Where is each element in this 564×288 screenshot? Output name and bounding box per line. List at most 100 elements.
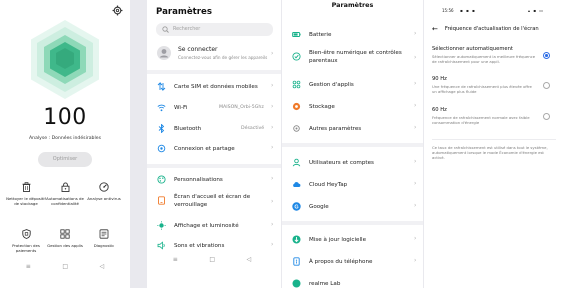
page-title: Paramètres — [156, 7, 212, 17]
bluetooth-icon — [158, 124, 165, 133]
option-description: Fréquence de rafraîchissement normale av… — [432, 115, 530, 125]
sidebar-item-wifi[interactable]: Wi-Fi — [157, 103, 187, 112]
tool-payment-protection[interactable]: Protection des paiements — [6, 229, 46, 253]
battery-icon — [292, 32, 301, 37]
option-description: Sélectionner automatiquement la meilleur… — [432, 54, 536, 64]
sidebar-item-personalization[interactable]: Personnalisations — [157, 175, 223, 184]
update-icon — [292, 235, 301, 244]
option-60hz[interactable]: 60 Hz Fréquence de rafraîchissement norm… — [432, 107, 550, 125]
chevron-right-icon: › — [271, 144, 274, 151]
search-placeholder: Rechercher — [173, 27, 201, 32]
nav-bar: ≡ □ ◁ — [10, 263, 120, 274]
settings-item-label: Affichage et luminosité — [174, 222, 239, 229]
stethoscope-icon — [99, 229, 109, 239]
back-nav-icon[interactable]: ◁ — [247, 256, 252, 274]
settings-item-apps[interactable]: Gestion d'applis — [292, 80, 354, 89]
settings-item-label: Écran d'accueil et écran de verrouillage — [174, 194, 251, 208]
radio-90hz[interactable] — [543, 82, 550, 89]
sidebar-item-home-screen[interactable]: Écran d'accueil et écran de verrouillage — [157, 194, 267, 209]
security-score: 100 — [43, 105, 87, 130]
option-title: 60 Hz — [432, 107, 447, 113]
option-title: 90 Hz — [432, 76, 447, 82]
sidebar-item-sim[interactable]: Carte SIM et données mobiles — [157, 82, 258, 91]
radio-auto[interactable] — [543, 52, 550, 59]
account-subtitle: Connectez-vous afin de gérer les apparei… — [178, 55, 268, 60]
tool-clean-storage[interactable]: Nettoyer le dépositif de stockage — [6, 182, 46, 206]
settings-item-label: Wi-Fi — [174, 104, 188, 111]
home-nav-icon[interactable]: □ — [62, 263, 68, 274]
sidebar-item-connection[interactable]: Connexion et partage — [157, 144, 235, 153]
tool-label: Nettoyer le dépositif de stockage — [6, 196, 46, 206]
chevron-right-icon: › — [414, 124, 417, 131]
settings-item-label: Batterie — [309, 31, 332, 38]
option-description: Une fréquence de rafraîchissement plus é… — [432, 84, 532, 94]
settings-item-storage[interactable]: Stockage — [292, 102, 335, 111]
trash-icon — [22, 182, 30, 192]
sidebar-item-sound[interactable]: Sons et vibrations — [157, 241, 224, 250]
chevron-right-icon: › — [271, 221, 274, 228]
tool-antivirus[interactable]: Analyse antivirus — [84, 182, 124, 201]
wifi-value: MAISON_Orbi-5Ghz — [219, 105, 264, 110]
tool-label: Diagnostic — [93, 243, 115, 248]
section-divider — [282, 221, 423, 225]
settings-panel: Paramètres Rechercher Se connecter Conne… — [147, 0, 281, 288]
tool-app-management[interactable]: Gestion des applis — [45, 229, 85, 248]
optimize-button[interactable]: Optimiser — [38, 152, 92, 167]
chevron-right-icon: › — [271, 103, 274, 110]
apps-icon — [292, 80, 301, 89]
home-screen-icon — [158, 196, 165, 205]
settings-item-label: Bien-être numérique et contrôles parenta… — [309, 50, 402, 64]
section-divider — [147, 164, 281, 168]
settings-scrolled-panel: Paramètres Batterie › Bien-être numériqu… — [282, 0, 423, 288]
settings-item-users[interactable]: Utilisateurs et comptes — [292, 158, 374, 167]
sidebar-item-bluetooth[interactable]: Bluetooth — [157, 124, 201, 133]
section-divider — [282, 143, 423, 147]
refresh-rate-panel: 15:56 ▪ ▪ ▪ ▴ ▪ ▭ ← Fréquence d'actualis… — [424, 0, 564, 288]
chevron-right-icon: › — [271, 175, 274, 182]
settings-item-label: Utilisateurs et comptes — [309, 159, 374, 166]
settings-item-battery[interactable]: Batterie — [292, 30, 331, 39]
chevron-right-icon: › — [414, 235, 417, 242]
gear-icon[interactable] — [112, 5, 123, 16]
tool-diagnostic[interactable]: Diagnostic — [84, 229, 124, 248]
menu-nav-icon[interactable]: ≡ — [173, 256, 178, 274]
shield-icon — [21, 229, 31, 239]
settings-item-about[interactable]: À propos du téléphone — [292, 257, 372, 266]
wifi-icon — [157, 104, 166, 112]
svg-text:G: G — [294, 205, 298, 211]
home-nav-icon[interactable]: □ — [209, 256, 215, 274]
chevron-right-icon: › — [414, 202, 417, 209]
settings-item-google[interactable]: G Google — [292, 202, 329, 211]
status-time: 15:56 — [442, 8, 454, 13]
search-input[interactable]: Rechercher — [156, 23, 273, 36]
settings-item-other[interactable]: Autres paramètres — [292, 124, 361, 133]
radio-60hz[interactable] — [543, 113, 550, 120]
settings-item-update[interactable]: Mise à jour logicielle — [292, 235, 366, 244]
settings-item-wellbeing[interactable]: Bien-être numérique et contrôles parenta… — [292, 50, 410, 65]
account-row[interactable]: Se connecter Connectez-vous afin de gére… — [157, 46, 267, 60]
chevron-right-icon: › — [414, 158, 417, 165]
settings-item-lab[interactable]: realme Lab — [292, 279, 340, 288]
settings-item-label: Connexion et partage — [174, 145, 235, 152]
score-caption: Analyse : Données indésirables — [29, 136, 101, 141]
storage-icon — [292, 102, 301, 111]
tool-label: Analyse antivirus — [87, 196, 121, 201]
option-90hz[interactable]: 90 Hz Une fréquence de rafraîchissement … — [432, 76, 550, 94]
back-nav-icon[interactable]: ◁ — [100, 263, 105, 274]
menu-nav-icon[interactable]: ≡ — [26, 263, 31, 274]
palette-icon — [157, 175, 166, 184]
lab-icon — [292, 279, 301, 288]
chevron-right-icon: › — [414, 180, 417, 187]
back-arrow-icon[interactable]: ← — [432, 25, 438, 33]
page-header: ← Fréquence d'actualisation de l'écran — [432, 25, 539, 33]
option-auto[interactable]: Sélectionner automatiquement Sélectionne… — [432, 46, 550, 64]
settings-item-cloud[interactable]: Cloud HeyTap — [292, 180, 347, 189]
gauge-icon — [99, 182, 109, 192]
chevron-right-icon: › — [271, 124, 274, 131]
sidebar-item-display[interactable]: Affichage et luminosité — [157, 221, 239, 230]
tool-privacy-automation[interactable]: Automatisations de confidentialité — [45, 182, 85, 206]
status-notification-icons: ▪ ▪ ▪ — [460, 8, 476, 13]
bluetooth-value: Désactivé — [241, 126, 265, 131]
settings-item-label: realme Lab — [309, 280, 341, 287]
chevron-right-icon: › — [414, 257, 417, 264]
